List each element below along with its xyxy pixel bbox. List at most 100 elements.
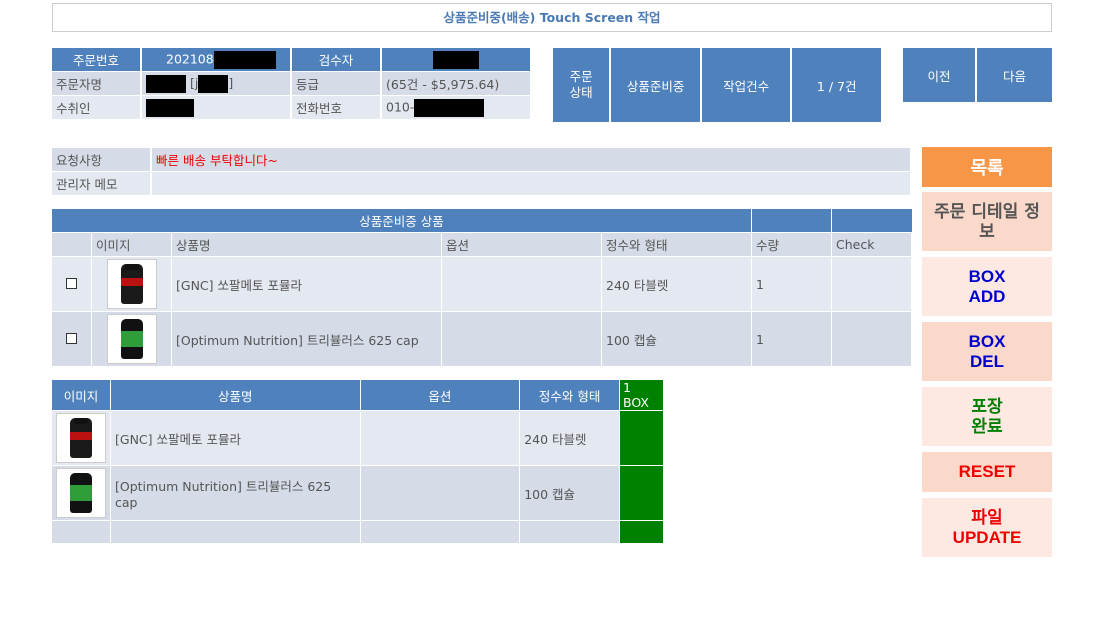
file-update-button[interactable]: 파일 UPDATE [922,498,1052,557]
product-form: 100 캡슐 [602,312,752,367]
product-check[interactable] [832,257,912,312]
row-checkbox[interactable] [52,312,92,367]
bottle-icon [120,319,143,359]
box-del-line2: DEL [970,351,1004,371]
product-qty: 1 [752,312,832,367]
pagination-nav: 이전 다음 [903,48,1052,102]
pack-done-line1: 포장 [971,396,1003,417]
table-row[interactable]: [Optimum Nutrition] 트리뷸러스 625 cap 100 캡슐 [52,466,664,521]
pack-done-button[interactable]: 포장 완료 [922,387,1052,446]
checkbox[interactable] [66,277,77,289]
box-col-option: 옵션 [360,380,521,411]
redacted-block [198,74,229,93]
col-check: Check [832,233,912,257]
prev-button[interactable]: 이전 [903,48,977,102]
col-select [52,233,92,257]
table-row[interactable]: [GNC] 쏘팔메토 포뮬라 240 타블렛 1 [52,257,912,312]
order-status-table: 주문 상태 상품준비중 작업건수 1 / 7건 [553,48,883,122]
product-image [92,312,172,367]
grade-value: (65건 - $5,975.64) [382,72,532,96]
box-table: 이미지 상품명 옵션 정수와 형태 1 BOX [GNC] 쏘팔메토 포뮬라 2… [52,380,664,544]
order-status-label: 주문 상태 [553,48,612,122]
table-row[interactable]: [GNC] 쏘팔메토 포뮬라 240 타블렛 [52,411,664,466]
next-button[interactable]: 다음 [977,48,1052,102]
order-info-table: 주문번호 202108 검수자 주문자명 [j] 등급 (65건 - $5,97… [52,48,532,120]
box-product-option [360,411,521,466]
box-col-1box: 1 BOX [620,380,664,411]
page-title: 상품준비중(배송) Touch Screen 작업 [52,3,1052,32]
redacted-block [146,98,194,117]
product-thumbnail [106,259,157,309]
box-add-line2: ADD [968,286,1006,306]
product-check[interactable] [832,312,912,367]
request-value: 빠른 배송 부탁합니다~ [152,148,912,172]
memo-value[interactable] [152,172,912,196]
bottle-icon [70,473,92,513]
file-update-line2: UPDATE [952,527,1022,547]
product-name: [GNC] 쏘팔메토 포뮬라 [172,257,442,312]
phone-value: 010- [382,96,532,120]
box-del-button[interactable]: BOX DEL [922,322,1052,381]
box-col-image: 이미지 [52,380,111,411]
inspector-label: 검수자 [292,48,382,72]
order-no-label: 주문번호 [52,48,142,72]
row-checkbox[interactable] [52,257,92,312]
grade-label: 등급 [292,72,382,96]
file-update-line1: 파일 [971,507,1003,528]
order-status-value: 상품준비중 [611,48,702,122]
box-product-option [360,466,521,521]
box-cell[interactable] [620,411,664,466]
recipient-label: 수취인 [52,96,142,120]
box-product-image [52,466,111,521]
empty-cell [360,521,521,544]
col-form: 정수와 형태 [602,233,752,257]
col-option: 옵션 [442,233,602,257]
products-title: 상품준비중 상품 [52,209,752,233]
order-detail-button[interactable]: 주문 디테일 정보 [922,192,1052,251]
bottle-icon [120,264,143,304]
empty-cell [111,521,361,544]
box-cell[interactable] [620,466,664,521]
box-add-button[interactable]: BOX ADD [922,257,1052,316]
box-product-image [52,411,111,466]
memo-label: 관리자 메모 [52,172,152,196]
product-image [92,257,172,312]
box-product-name: [GNC] 쏘팔메토 포뮬라 [111,411,361,466]
pack-done-line2: 완료 [971,416,1003,437]
col-image: 이미지 [92,233,172,257]
box-cell[interactable] [620,521,664,544]
redacted-block [414,98,485,117]
box-product-form: 240 타블렛 [520,411,621,466]
checkbox[interactable] [66,332,77,344]
order-no-value: 202108 [142,48,292,72]
box-product-name: [Optimum Nutrition] 트리뷸러스 625 cap [111,466,361,521]
product-option [442,257,602,312]
redacted-block [433,50,479,69]
request-table: 요청사항 빠른 배송 부탁합니다~ 관리자 메모 [52,148,912,196]
inspector-value [382,48,532,72]
reset-button[interactable]: RESET [922,452,1052,492]
header-blank [752,209,832,233]
orderer-label: 주문자명 [52,72,142,96]
box-del-line1: BOX [968,331,1006,351]
product-option [442,312,602,367]
col-name: 상품명 [172,233,442,257]
box-col-name: 상품명 [111,380,361,411]
product-name: [Optimum Nutrition] 트리뷸러스 625 cap [172,312,442,367]
product-form: 240 타블렛 [602,257,752,312]
list-button[interactable]: 목록 [922,147,1052,187]
box-product-form: 100 캡슐 [520,466,621,521]
box-col-form: 정수와 형태 [520,380,621,411]
products-table: 상품준비중 상품 이미지 상품명 옵션 정수와 형태 수량 Check [GNC… [52,209,912,367]
col-qty: 수량 [752,233,832,257]
redacted-block [213,50,276,69]
orderer-value: [j] [142,72,292,96]
table-row[interactable]: [Optimum Nutrition] 트리뷸러스 625 cap 100 캡슐… [52,312,912,367]
product-thumbnail [56,413,106,463]
work-count-label: 작업건수 [701,48,793,122]
box-add-line1: BOX [968,266,1006,286]
phone-label: 전화번호 [292,96,382,120]
bottle-icon [70,418,92,458]
request-label: 요청사항 [52,148,152,172]
recipient-value [142,96,292,120]
